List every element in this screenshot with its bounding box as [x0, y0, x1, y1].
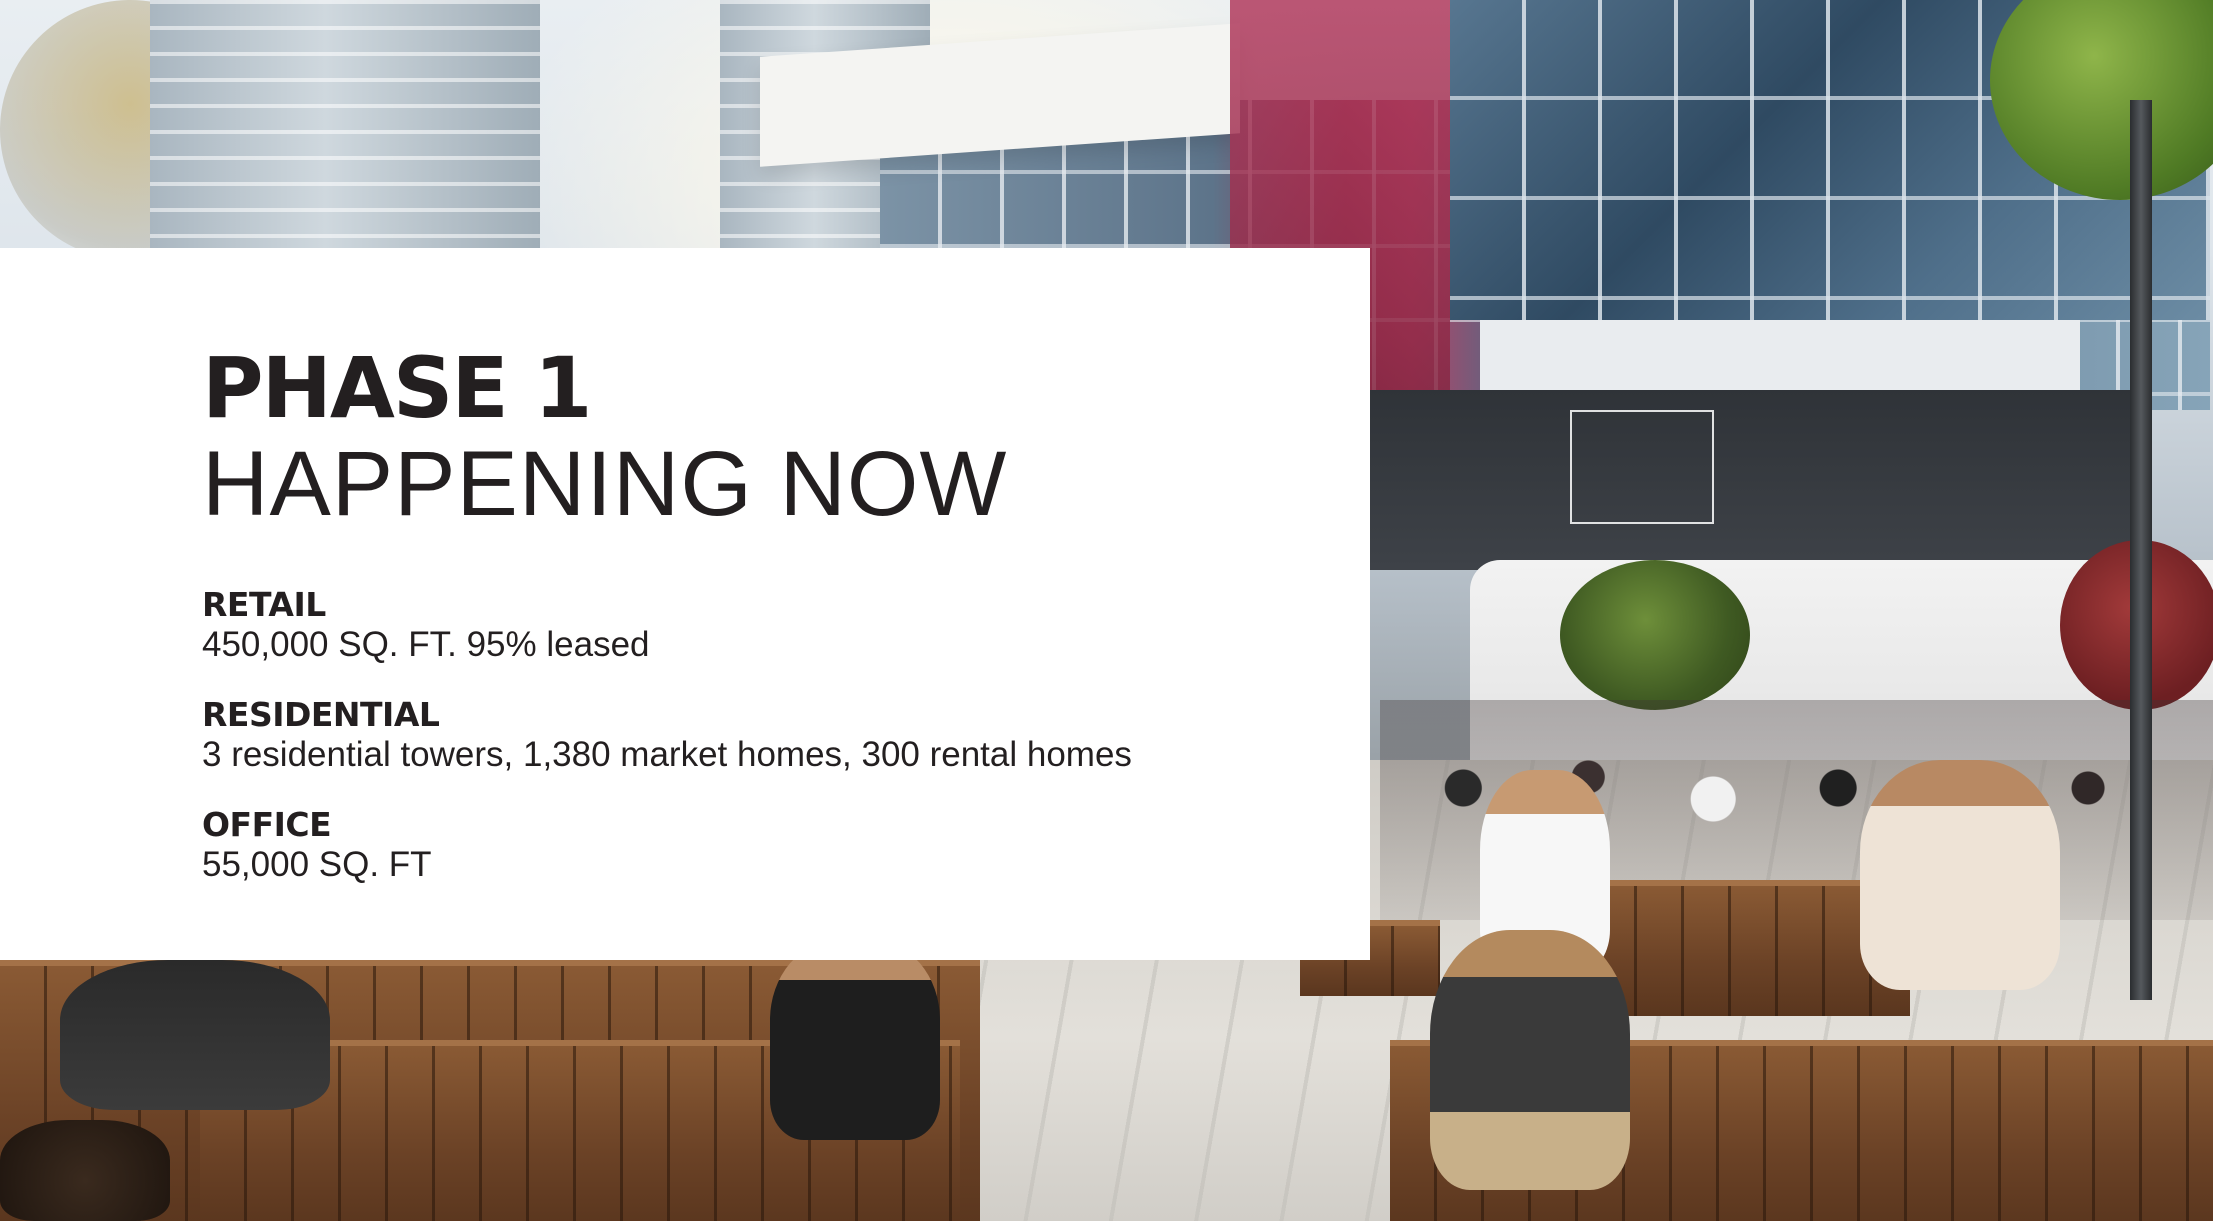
- person: [60, 960, 330, 1110]
- person: [0, 1120, 170, 1221]
- fact-label: RETAIL: [202, 585, 326, 624]
- storefront-sign: [1570, 410, 1714, 524]
- fact-value: 3 residential towers, 1,380 market homes…: [202, 735, 1132, 774]
- fact-value: 450,000 SQ. FT. 95% leased: [202, 625, 650, 664]
- storefront: [1370, 390, 2130, 570]
- tree: [1560, 560, 1750, 710]
- phase-title: PHASE 1: [202, 339, 592, 437]
- fact-residential: RESIDENTIAL 3 residential towers, 1,380 …: [202, 696, 1322, 776]
- person: [1860, 760, 2060, 990]
- person: [770, 940, 940, 1140]
- fact-label: RESIDENTIAL: [202, 695, 440, 734]
- fact-office: OFFICE 55,000 SQ. FT: [202, 806, 1322, 886]
- info-panel-content: PHASE 1 HAPPENING NOW RETAIL 450,000 SQ.…: [202, 342, 1322, 916]
- fact-value: 55,000 SQ. FT: [202, 845, 432, 884]
- lamp-pole: [2130, 100, 2152, 1000]
- person: [1430, 930, 1630, 1190]
- phase-subtitle: HAPPENING NOW: [202, 433, 1008, 535]
- facts-list: RETAIL 450,000 SQ. FT. 95% leased RESIDE…: [202, 586, 1322, 886]
- info-panel: PHASE 1 HAPPENING NOW RETAIL 450,000 SQ.…: [0, 248, 1370, 960]
- facade-band: [1480, 320, 2080, 390]
- fact-label: OFFICE: [202, 805, 332, 844]
- fact-retail: RETAIL 450,000 SQ. FT. 95% leased: [202, 586, 1322, 666]
